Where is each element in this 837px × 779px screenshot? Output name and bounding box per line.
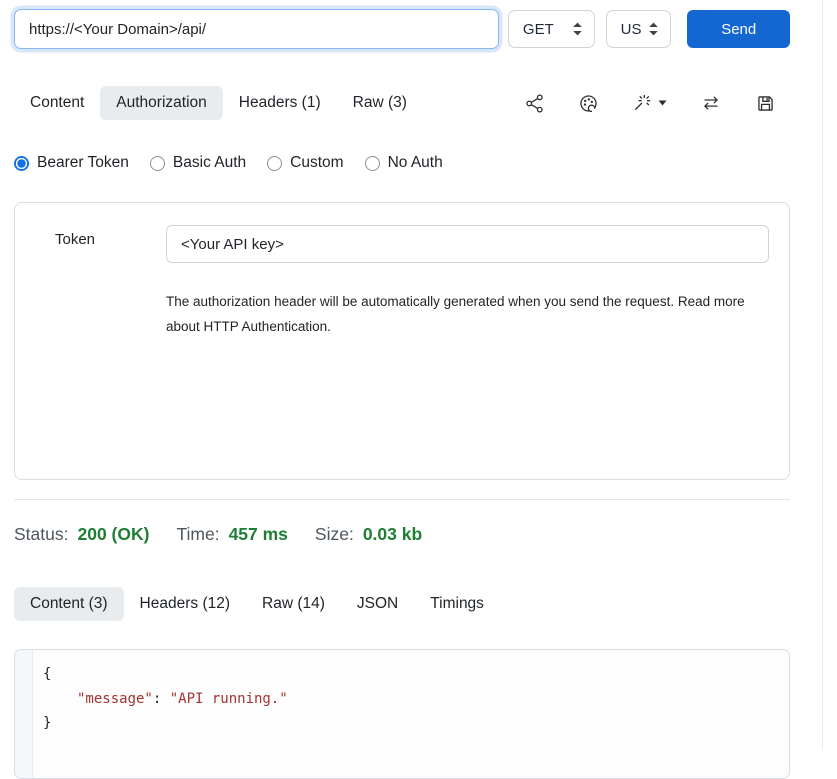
size-value: 0.03 kb (363, 524, 422, 545)
tab-raw[interactable]: Raw (3) (337, 86, 423, 120)
request-bar: GET US Send (14, 9, 790, 49)
radio-label: Bearer Token (37, 154, 129, 172)
radio-label: Basic Auth (173, 154, 246, 172)
auth-type-options: Bearer Token Basic Auth Custom No Auth (14, 153, 790, 173)
tab-authorization[interactable]: Authorization (100, 86, 222, 120)
swap-horizontal-icon[interactable] (700, 93, 722, 114)
method-select-value: GET (523, 21, 554, 38)
code-line: } (43, 711, 288, 736)
token-help-line1: The authorization header will be automat… (166, 289, 745, 314)
radio-label: No Auth (388, 154, 443, 172)
updown-arrows-icon (647, 21, 660, 37)
token-help-text: The authorization header will be automat… (166, 289, 745, 339)
response-body-editor[interactable]: { "message": "API running." } (14, 649, 790, 779)
request-tabs-row: Content Authorization Headers (1) Raw (3… (14, 84, 790, 122)
time-value: 457 ms (229, 524, 288, 545)
response-tab-content[interactable]: Content (3) (14, 587, 124, 621)
json-value: "API running." (170, 691, 288, 707)
token-input[interactable] (166, 225, 769, 263)
response-json: { "message": "API running." } (33, 650, 288, 778)
response-status-row: Status: 200 (OK) Time: 457 ms Size: 0.03… (14, 524, 790, 545)
request-tabs: Content Authorization Headers (1) Raw (3… (14, 86, 423, 120)
radio-no-auth[interactable]: No Auth (365, 154, 443, 172)
radio-circle (14, 156, 29, 171)
radio-circle (267, 156, 282, 171)
tab-content[interactable]: Content (14, 86, 100, 120)
section-divider (14, 499, 790, 500)
response-tab-timings[interactable]: Timings (414, 587, 500, 621)
region-select[interactable]: US (606, 10, 672, 48)
toolbar-icons (524, 93, 790, 114)
status-label: Status: (14, 524, 68, 545)
status-value: 200 (OK) (77, 524, 149, 545)
response-tabs: Content (3) Headers (12) Raw (14) JSON T… (14, 585, 790, 623)
token-help-line2: about HTTP Authentication. (166, 314, 745, 339)
api-client-page: GET US Send Content Authorization Header… (14, 9, 790, 779)
tab-headers[interactable]: Headers (1) (223, 86, 337, 120)
code-gutter (15, 650, 33, 778)
save-icon[interactable] (755, 93, 776, 114)
caret-down-icon (658, 100, 667, 106)
token-panel: Token The authorization header will be a… (14, 202, 790, 480)
radio-bearer-token[interactable]: Bearer Token (14, 154, 129, 172)
send-button[interactable]: Send (687, 10, 790, 48)
response-tab-json[interactable]: JSON (341, 587, 414, 621)
content-right-boundary (822, 0, 823, 750)
size-label: Size: (315, 524, 354, 545)
response-tab-raw[interactable]: Raw (14) (246, 587, 341, 621)
json-key: "message" (77, 691, 153, 707)
radio-circle (150, 156, 165, 171)
palette-icon[interactable] (578, 93, 599, 114)
radio-circle (365, 156, 380, 171)
method-select[interactable]: GET (508, 10, 595, 48)
radio-label: Custom (290, 154, 343, 172)
region-select-value: US (621, 21, 642, 38)
code-line: { (43, 662, 288, 687)
radio-custom[interactable]: Custom (267, 154, 343, 172)
response-tab-headers[interactable]: Headers (12) (124, 587, 246, 621)
url-input[interactable] (14, 9, 499, 49)
share-icon[interactable] (524, 93, 545, 114)
updown-arrows-icon (571, 21, 584, 37)
radio-basic-auth[interactable]: Basic Auth (150, 154, 246, 172)
code-line: "message": "API running." (43, 687, 288, 712)
token-field-label: Token (55, 231, 95, 248)
time-label: Time: (176, 524, 219, 545)
magic-wand-icon[interactable] (632, 93, 667, 114)
json-separator: : (153, 691, 170, 707)
